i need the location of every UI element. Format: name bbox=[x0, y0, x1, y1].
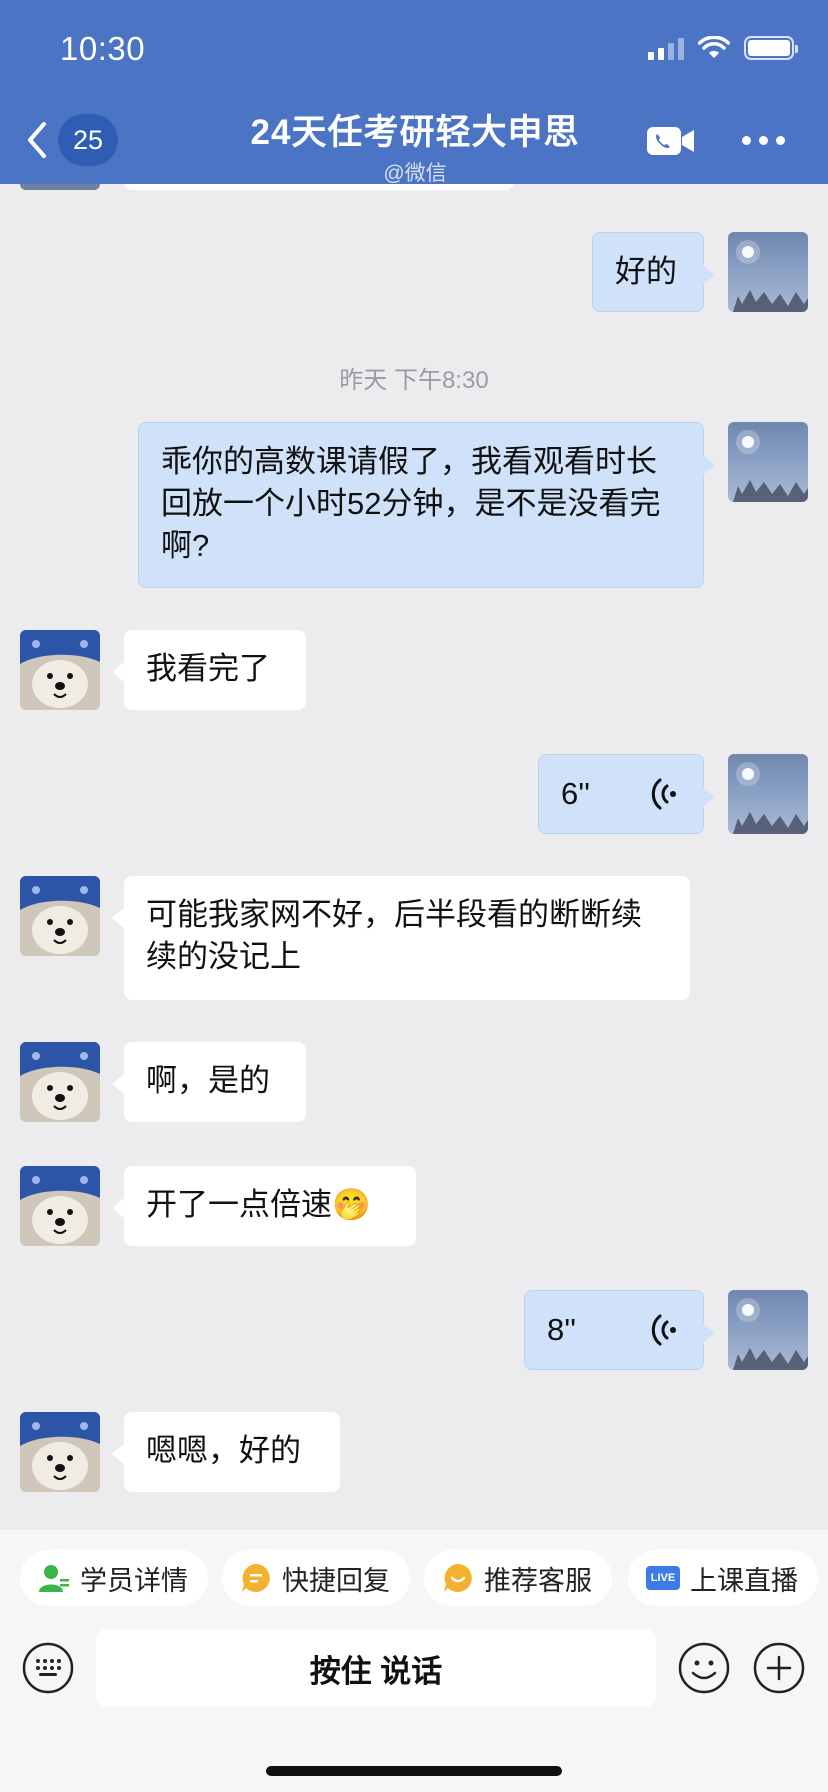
avatar[interactable] bbox=[728, 1290, 808, 1370]
message-bubble-incoming[interactable]: 可能我家网不好，后半段看的断断续续的没记上 bbox=[112, 876, 690, 1000]
message-bubble-incoming[interactable]: 开了一点倍速🤭 bbox=[112, 1166, 416, 1246]
quick-action-student-details[interactable]: 学员详情 bbox=[20, 1550, 208, 1606]
voice-duration: 8'' bbox=[547, 1312, 577, 1347]
avatar[interactable] bbox=[20, 1412, 100, 1492]
sky-photo-icon bbox=[733, 430, 808, 502]
message-bubble-incoming[interactable]: 我看完了 bbox=[112, 630, 306, 710]
video-call-icon[interactable] bbox=[646, 124, 696, 158]
message-list[interactable]: 好的 昨天 下午8:30 乖你的高数课请假了，我看观看时长回放一个小时52分钟，… bbox=[0, 184, 828, 1530]
title-block: 24天任考研轻大申思 @微信 bbox=[180, 104, 650, 187]
avatar[interactable] bbox=[20, 1166, 100, 1246]
dog-avatar-icon bbox=[20, 630, 100, 710]
keyboard-icon[interactable] bbox=[22, 1642, 74, 1694]
message-bubble-incoming[interactable]: 啊，是的 bbox=[112, 1042, 306, 1122]
header: 10:30 25 24天任考研轻大申思 @微信 bbox=[0, 0, 828, 187]
message-bubble-outgoing[interactable]: 乖你的高数课请假了，我看观看时长回放一个小时52分钟，是不是没看完啊? bbox=[138, 422, 715, 588]
avatar[interactable] bbox=[20, 630, 100, 710]
plus-icon[interactable] bbox=[753, 1642, 805, 1694]
quick-reply-icon bbox=[242, 1564, 270, 1592]
chat-subtitle: @微信 bbox=[383, 162, 447, 185]
dog-avatar-icon bbox=[20, 1042, 100, 1122]
signal-icon bbox=[648, 36, 684, 60]
voice-duration: 6'' bbox=[561, 776, 591, 811]
more-icon[interactable] bbox=[742, 136, 785, 145]
avatar[interactable] bbox=[20, 876, 100, 956]
sky-photo-icon bbox=[733, 762, 808, 834]
voice-wave-icon bbox=[651, 778, 676, 810]
sky-photo-icon bbox=[733, 240, 808, 312]
live-icon: LIVE bbox=[646, 1566, 680, 1590]
avatar bbox=[20, 184, 100, 190]
sky-photo-icon bbox=[733, 1298, 808, 1370]
avatar[interactable] bbox=[728, 232, 808, 312]
home-indicator bbox=[266, 1766, 562, 1776]
unread-badge[interactable]: 25 bbox=[58, 114, 118, 166]
back-icon[interactable] bbox=[22, 118, 52, 162]
avatar[interactable] bbox=[728, 422, 808, 502]
dog-avatar-icon bbox=[20, 1412, 100, 1492]
partial-bubble bbox=[124, 184, 514, 190]
chip-label: 上课直播 bbox=[690, 1565, 798, 1596]
emoji-icon[interactable] bbox=[678, 1642, 730, 1694]
avatar[interactable] bbox=[728, 754, 808, 834]
voice-wave-icon bbox=[651, 1314, 676, 1346]
input-bar: 按住 说话 bbox=[0, 1630, 828, 1792]
status-time: 10:30 bbox=[60, 30, 146, 67]
quick-action-recommend-service[interactable]: 推荐客服 bbox=[424, 1550, 612, 1606]
quick-action-bar: 学员详情 快捷回复 推荐客服 LIVE 上课直播 bbox=[0, 1530, 828, 1630]
quick-action-live-class[interactable]: LIVE 上课直播 bbox=[628, 1550, 818, 1606]
hold-to-talk-button[interactable]: 按住 说话 bbox=[96, 1630, 656, 1706]
avatar[interactable] bbox=[20, 1042, 100, 1122]
wifi-icon bbox=[698, 36, 730, 58]
voice-message[interactable]: 8'' bbox=[524, 1290, 715, 1370]
chip-label: 学员详情 bbox=[80, 1565, 188, 1596]
battery-icon bbox=[744, 36, 798, 60]
quick-action-quick-reply[interactable]: 快捷回复 bbox=[222, 1550, 410, 1606]
chip-label: 快捷回复 bbox=[282, 1565, 390, 1596]
timestamp: 昨天 下午8:30 bbox=[339, 367, 489, 394]
service-icon bbox=[444, 1564, 472, 1592]
chip-label: 推荐客服 bbox=[484, 1565, 592, 1596]
voice-message[interactable]: 6'' bbox=[538, 754, 715, 834]
message-bubble-incoming[interactable]: 嗯嗯，好的 bbox=[112, 1412, 340, 1492]
dog-avatar-icon bbox=[20, 1166, 100, 1246]
status-icons bbox=[648, 36, 798, 60]
chat-title: 24天任考研轻大申思 bbox=[250, 113, 580, 152]
message-bubble-outgoing[interactable]: 好的 bbox=[592, 232, 715, 312]
dog-avatar-icon bbox=[20, 876, 100, 956]
chat-screen: 10:30 25 24天任考研轻大申思 @微信 好的 昨天 下午8:30 乖你的… bbox=[0, 0, 828, 1792]
student-icon bbox=[39, 1565, 69, 1592]
